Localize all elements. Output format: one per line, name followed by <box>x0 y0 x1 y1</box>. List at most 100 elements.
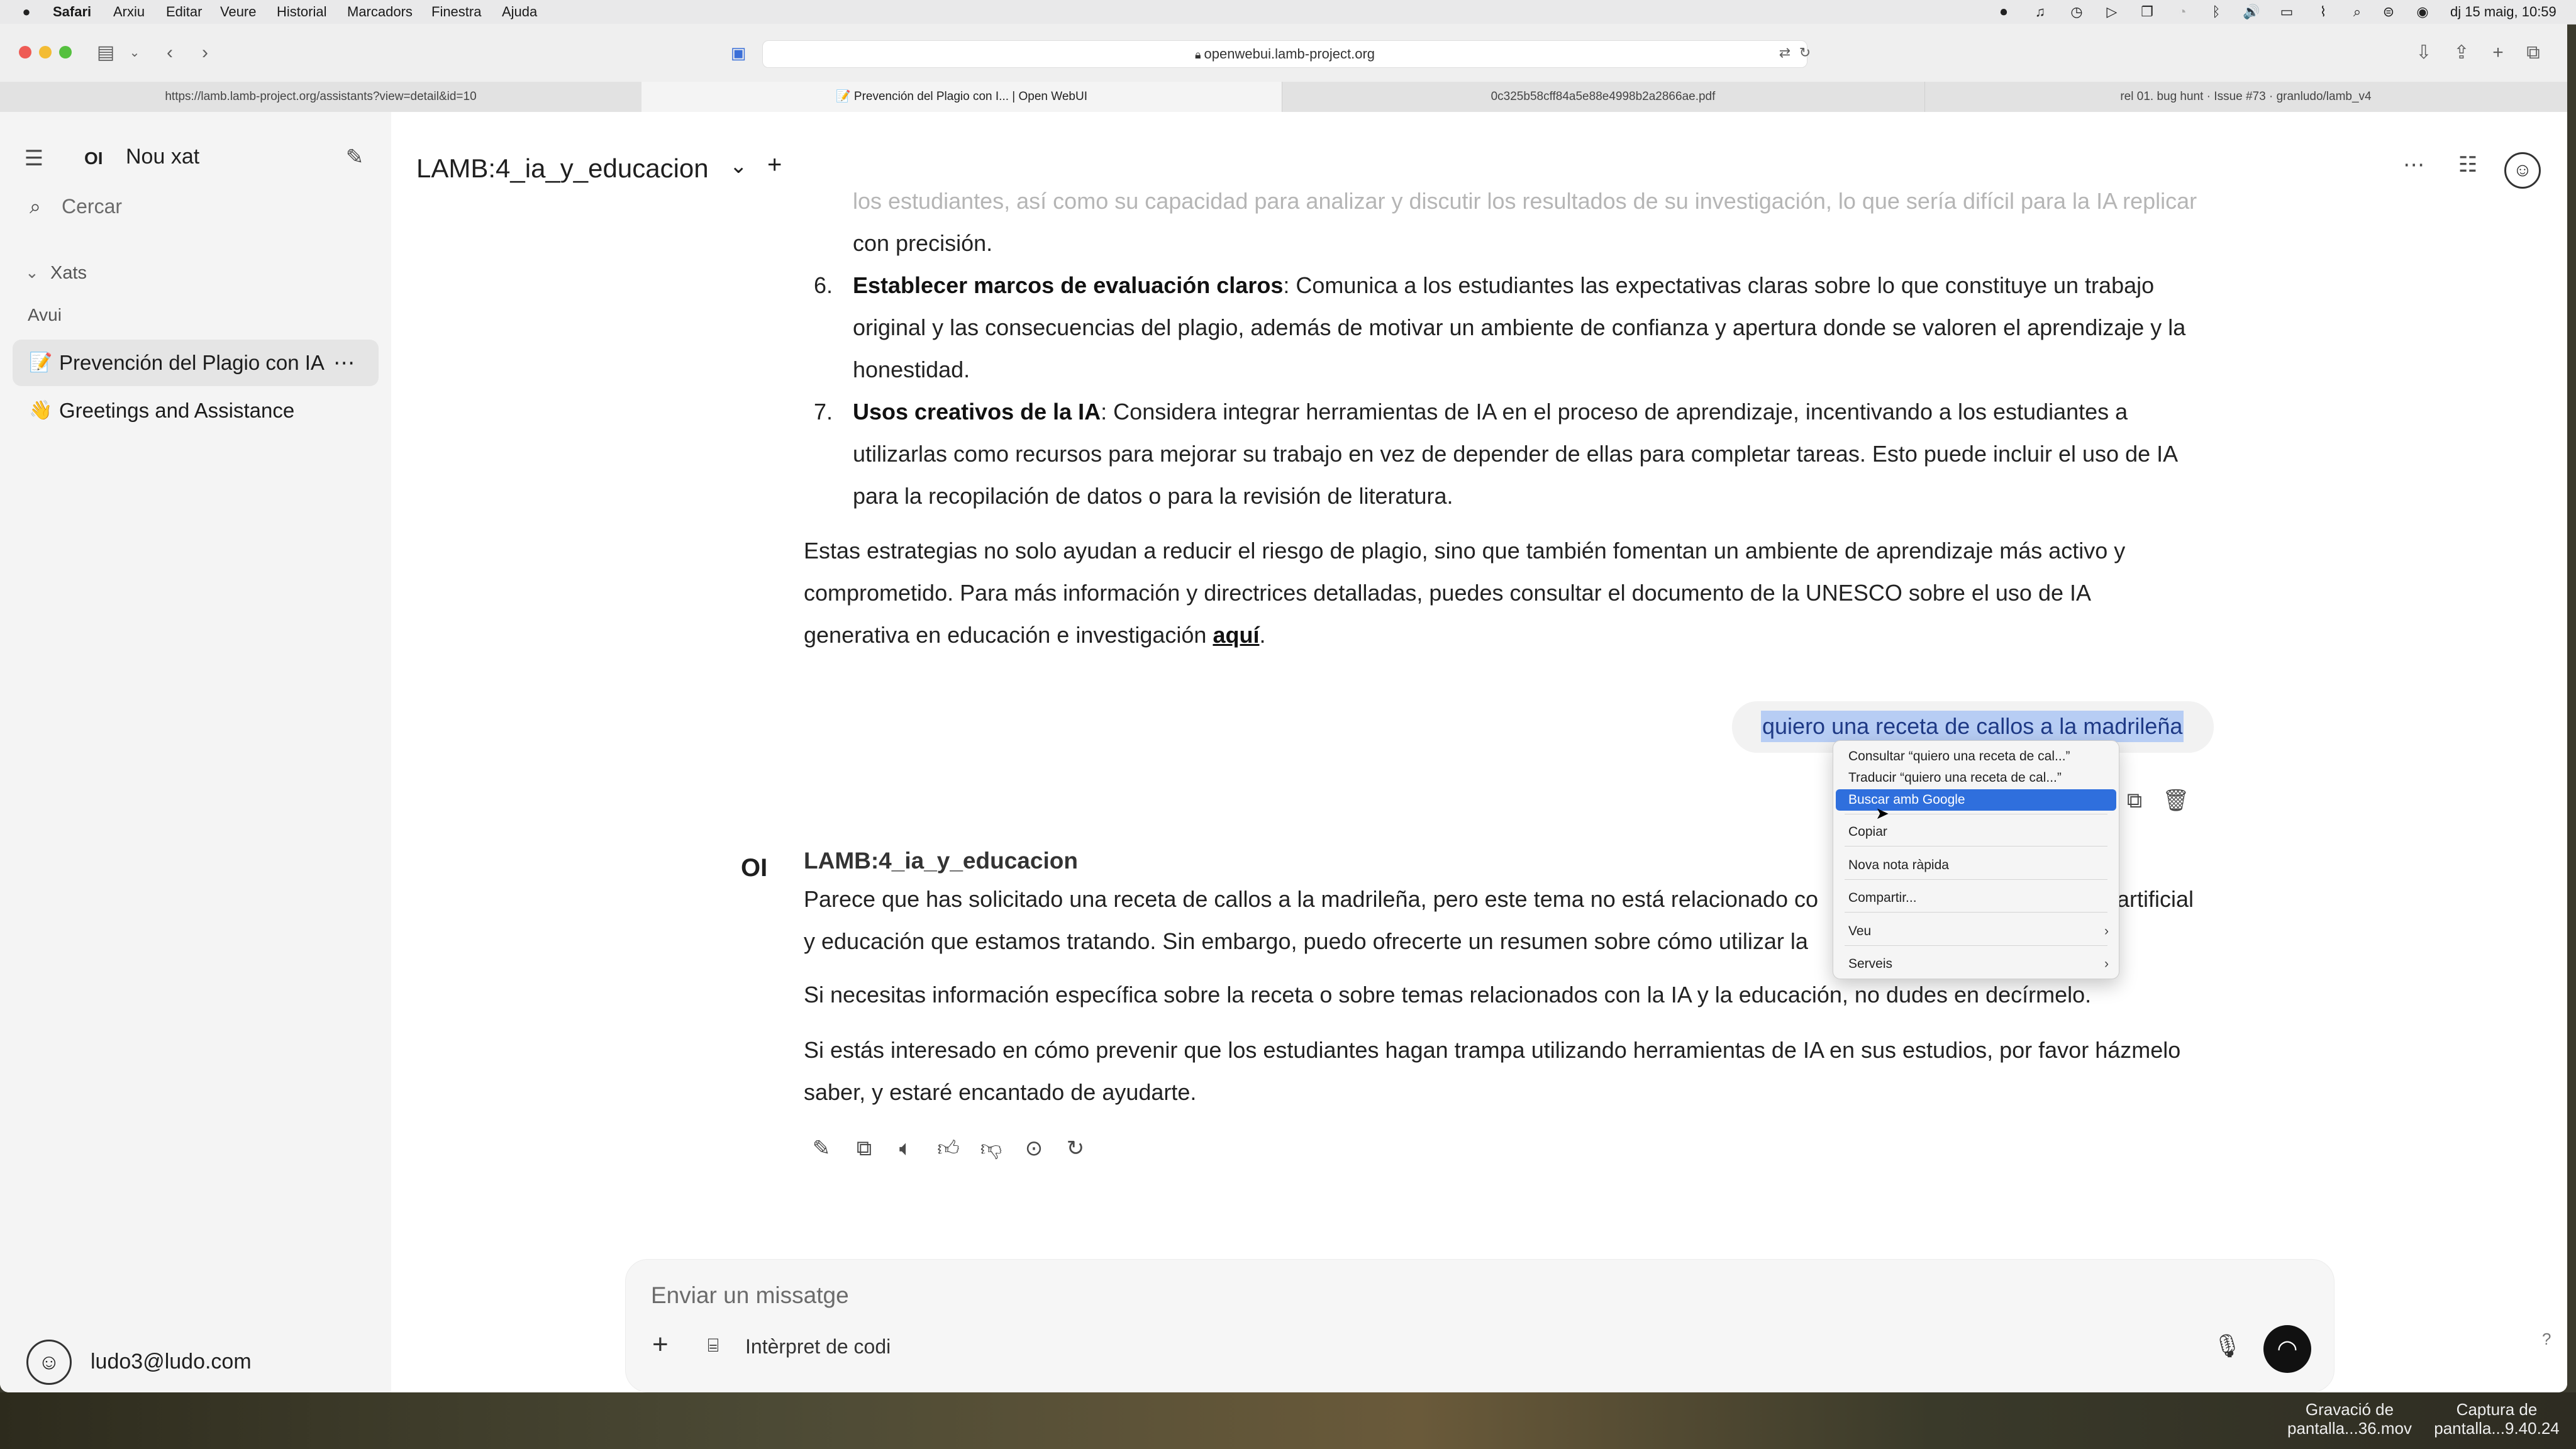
controls-icon[interactable]: ☷ <box>2454 151 2482 179</box>
microphone-icon[interactable]: 🎙︎ <box>2213 1333 2242 1359</box>
paragraph-end: . <box>1259 622 1266 648</box>
user-avatar[interactable]: ☺ <box>2504 152 2541 189</box>
sidebar-chat-greetings[interactable]: 👋 Greetings and Assistance <box>13 387 379 434</box>
address-bar[interactable]: 🔒︎ openwebui.lamb-project.org <box>762 40 1807 68</box>
chat-main: LAMB:4_ia_y_educacion ⌄ + ⋯ ☷ ☺ los estu… <box>391 112 2567 1392</box>
more-options-icon[interactable]: ⋯ <box>2400 151 2428 179</box>
volume-icon[interactable]: 🔊 <box>2243 4 2260 19</box>
user-email[interactable]: ludo3@ludo.com <box>91 1350 252 1374</box>
regenerate-icon[interactable]: ↻ <box>1062 1135 1089 1162</box>
menu-separator <box>1845 945 2107 946</box>
menu-finestra[interactable]: Finestra <box>431 4 481 20</box>
music-icon[interactable]: ♫ <box>2033 4 2048 19</box>
record-icon[interactable]: ⏺ <box>1996 4 2011 19</box>
context-share[interactable]: Compartir... <box>1836 887 2116 909</box>
menu-editar[interactable]: Editar <box>166 4 202 20</box>
translate-icon[interactable]: ⇄ <box>1774 42 1796 64</box>
list-item-text: utilizarlas como recursos para mejorar s… <box>853 441 2179 467</box>
list-item-text: original y las consecuencias del plagio,… <box>853 314 2186 340</box>
wave-icon: 👋 <box>29 400 53 421</box>
menu-app-name[interactable]: Safari <box>53 4 91 20</box>
model-selector[interactable]: LAMB:4_ia_y_educacion <box>416 153 709 184</box>
help-icon[interactable]: ? <box>2542 1330 2551 1349</box>
battery-icon[interactable]: ▭ <box>2279 4 2294 19</box>
list-item-text: : Comunica a los estudiantes las expecta… <box>1283 272 2155 298</box>
extension-icon[interactable]: ▣ <box>727 42 750 64</box>
sidebar-search-input[interactable]: Cercar <box>62 195 122 218</box>
list-item-text: para la recopilación de datos o para la … <box>853 483 1453 509</box>
more-options-icon[interactable]: ⋯ <box>333 340 355 386</box>
message-input[interactable]: Enviar un missatge <box>651 1282 849 1309</box>
play-icon[interactable]: ▷ <box>2104 4 2119 19</box>
context-services[interactable]: Serveis › <box>1836 953 2116 975</box>
apple-icon[interactable]: ● <box>19 4 34 19</box>
mouse-cursor-icon: ➤ <box>1875 804 1889 823</box>
continue-icon[interactable]: ⊙ <box>1020 1135 1048 1162</box>
delete-icon[interactable]: 🗑︎ <box>2162 787 2190 814</box>
bluetooth-icon[interactable]: ᛒ <box>2209 4 2224 19</box>
menu-veure[interactable]: Veure <box>220 4 257 20</box>
speaker-icon[interactable]: 🔈︎ <box>892 1135 919 1162</box>
reply-text-tail: artificial <box>2117 886 2194 912</box>
tab-lamb-assistants[interactable]: https://lamb.lamb-project.org/assistants… <box>0 82 642 112</box>
status-icon[interactable]: ◔ <box>2175 4 2190 19</box>
timer-icon[interactable]: ◷ <box>2069 4 2084 19</box>
context-speech[interactable]: Veu › <box>1836 921 2116 942</box>
siri-icon[interactable]: ◉ <box>2415 4 2430 19</box>
list-item-text: honestidad. <box>853 357 970 382</box>
unesco-link[interactable]: aquí <box>1213 622 1259 648</box>
reply-text: Parece que has solicitado una receta de … <box>804 886 1818 912</box>
context-lookup[interactable]: Consultar “quiero una receta de cal...” <box>1836 746 2116 767</box>
headphones-icon[interactable]: ◠ <box>2263 1325 2311 1373</box>
search-icon[interactable]: ⌕ <box>2350 4 2365 19</box>
window-icon[interactable]: ❐ <box>2140 4 2155 19</box>
desktop-file-screenshot[interactable]: Captura de pantalla...9.40.24 <box>2428 1400 2566 1438</box>
tab-overview-icon[interactable]: ⧉ <box>2522 42 2545 64</box>
context-copy[interactable]: Copiar <box>1836 821 2116 843</box>
add-attachment-icon[interactable]: + <box>652 1329 669 1360</box>
context-translate[interactable]: Traducir “quiero una receta de cal...” <box>1836 767 2116 789</box>
menu-ajuda[interactable]: Ajuda <box>502 4 537 20</box>
chevron-down-icon[interactable]: ⌄ <box>123 42 146 64</box>
minimize-window-button[interactable] <box>39 46 52 58</box>
wifi-off-icon[interactable]: ⌇ <box>2316 4 2331 19</box>
new-chat-icon[interactable]: ✎ <box>341 143 369 171</box>
tab-github-issue[interactable]: rel 01. bug hunt · Issue #73 · granludo/… <box>1924 82 2567 112</box>
thumbs-down-icon[interactable]: 👎︎ <box>977 1135 1005 1162</box>
downloads-icon[interactable]: ⇩ <box>2412 42 2435 64</box>
sidebar-chat-plagio[interactable]: 📝 Prevención del Plagio con IA ⋯ <box>13 340 379 386</box>
thumbs-up-icon[interactable]: 👍︎ <box>935 1135 962 1162</box>
desktop-file-recording[interactable]: Gravació de pantalla...36.mov <box>2274 1400 2425 1438</box>
new-chat-label[interactable]: Nou xat <box>126 145 199 169</box>
forward-icon[interactable]: › <box>194 42 216 64</box>
add-model-icon[interactable]: + <box>767 151 782 179</box>
code-interpreter-toggle[interactable]: Intèrpret de codi <box>745 1335 891 1358</box>
copy-icon[interactable]: ⧉ <box>2121 787 2148 814</box>
search-icon[interactable]: ⌕ <box>21 192 49 220</box>
new-tab-icon[interactable]: + <box>2487 42 2509 64</box>
user-message-selected-text[interactable]: quiero una receta de callos a la madrile… <box>1761 711 2184 742</box>
menu-icon[interactable]: ☰ <box>20 145 48 172</box>
tab-pdf[interactable]: 0c325b58cff84a5e88e4998b2a2866ae.pdf <box>1282 82 1925 112</box>
menu-marcadors[interactable]: Marcadors <box>347 4 413 20</box>
share-icon[interactable]: ⇪ <box>2450 42 2473 64</box>
context-services-label: Serveis <box>1848 957 1893 971</box>
sidebar-toggle-icon[interactable]: ▤ <box>94 42 117 64</box>
copy-icon[interactable]: ⧉ <box>850 1135 878 1162</box>
chats-section-title[interactable]: Xats <box>50 263 87 284</box>
context-quick-note[interactable]: Nova nota ràpida <box>1836 855 2116 876</box>
reload-icon[interactable]: ↻ <box>1794 42 1816 64</box>
menu-historial[interactable]: Historial <box>277 4 326 20</box>
control-center-icon[interactable]: ⊜ <box>2381 4 2396 19</box>
message-text: con precisión. <box>853 230 993 256</box>
zoom-window-button[interactable] <box>59 46 72 58</box>
avatar[interactable]: ☺ <box>26 1340 72 1385</box>
tab-open-webui[interactable]: 📝 Prevención del Plagio con I... | Open … <box>641 82 1282 112</box>
menu-clock[interactable]: dj 15 maig, 10:59 <box>2450 4 2557 20</box>
edit-icon[interactable]: ✎ <box>808 1135 835 1162</box>
chevron-down-icon[interactable]: ⌄ <box>25 263 39 282</box>
chevron-down-icon[interactable]: ⌄ <box>730 153 748 179</box>
menu-arxiu[interactable]: Arxiu <box>113 4 145 20</box>
close-window-button[interactable] <box>19 46 31 58</box>
back-icon[interactable]: ‹ <box>158 42 181 64</box>
